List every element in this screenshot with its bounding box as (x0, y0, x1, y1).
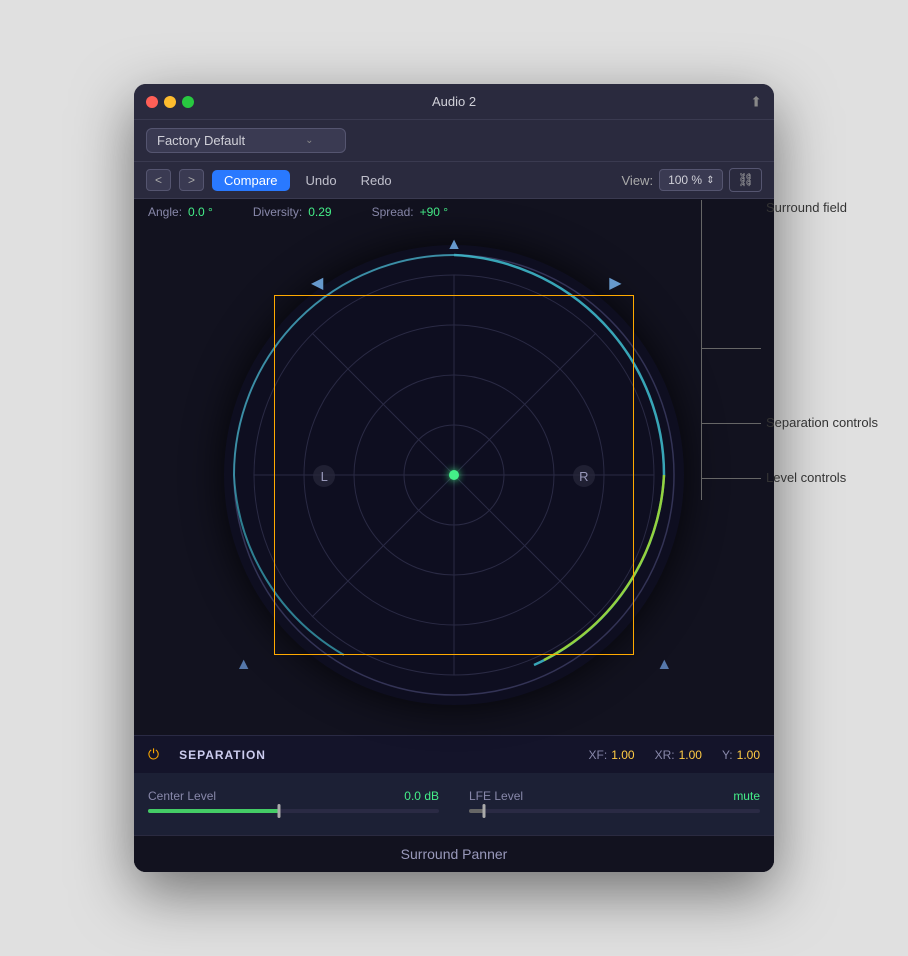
level-controls-label: Level controls (766, 470, 846, 485)
y-param: Y: 1.00 (722, 748, 760, 762)
diversity-param: Diversity: 0.29 (253, 205, 332, 219)
speaker-top[interactable]: ▲ (444, 235, 464, 255)
chevron-down-icon: ⌄ (305, 135, 313, 146)
lfe-level-label: LFE Level (469, 789, 523, 803)
level-row: Center Level 0.0 dB LFE Level mute (148, 789, 760, 813)
y-value[interactable]: 1.00 (737, 748, 760, 762)
spread-label: Spread: (372, 205, 414, 219)
link-button[interactable]: ⛓ (729, 168, 762, 192)
toolbar: < > Compare Undo Redo View: 100 % ⇕ ⛓ (134, 162, 774, 199)
speaker-bottom-right[interactable]: ▲ (654, 655, 674, 675)
preset-bar: Factory Default ⌄ (134, 120, 774, 162)
center-level-value: 0.0 dB (404, 789, 439, 803)
link-icon: ⛓ (737, 172, 754, 187)
window-title: Audio 2 (432, 94, 476, 109)
preset-label: Factory Default (157, 133, 245, 148)
center-level-header: Center Level 0.0 dB (148, 789, 439, 803)
angle-param: Angle: 0.0 ° (148, 205, 213, 219)
plugin-name: Surround Panner (401, 846, 508, 862)
lfe-level-group: LFE Level mute (469, 789, 760, 813)
close-button[interactable] (146, 96, 158, 108)
share-icon[interactable]: ⬆ (750, 93, 762, 110)
separation-power-button[interactable]: ⏻ (148, 746, 159, 763)
center-level-thumb[interactable] (277, 804, 280, 818)
center-position-dot[interactable] (449, 470, 459, 480)
maximize-button[interactable] (182, 96, 194, 108)
lfe-level-value[interactable]: mute (733, 789, 760, 803)
level-section: Center Level 0.0 dB LFE Level mute (134, 773, 774, 835)
speaker-bottom-left[interactable]: ▲ (234, 655, 254, 675)
nav-forward-button[interactable]: > (179, 169, 204, 191)
traffic-lights (146, 96, 194, 108)
redo-button[interactable]: Redo (353, 170, 400, 191)
xf-param: XF: 1.00 (589, 748, 635, 762)
spread-param: Spread: +90 ° (372, 205, 449, 219)
param-row: Angle: 0.0 ° Diversity: 0.29 Spread: +90… (134, 199, 774, 225)
title-bar: Audio 2 ⬆ (134, 84, 774, 120)
spread-value[interactable]: +90 ° (420, 205, 449, 219)
plugin-window: Audio 2 ⬆ Factory Default ⌄ < > Compare … (134, 84, 774, 872)
speaker-top-right[interactable]: ▶ (605, 273, 625, 293)
center-level-slider[interactable] (148, 809, 439, 813)
angle-value[interactable]: 0.0 ° (188, 205, 213, 219)
separation-controls-label: Separation controls (766, 415, 878, 430)
plugin-body: Angle: 0.0 ° Diversity: 0.29 Spread: +90… (134, 199, 774, 872)
separation-section: ⏻ SEPARATION XF: 1.00 XR: 1.00 Y: 1.00 (134, 735, 774, 773)
center-level-fill (148, 809, 279, 813)
diversity-value[interactable]: 0.29 (308, 205, 331, 219)
lfe-level-header: LFE Level mute (469, 789, 760, 803)
angle-label: Angle: (148, 205, 182, 219)
undo-button[interactable]: Undo (298, 170, 345, 191)
spinner-arrows-icon: ⇕ (706, 175, 714, 186)
surround-canvas[interactable]: ▲ ◀ ▶ ▲ ▲ L R (148, 225, 760, 725)
speaker-top-left[interactable]: ◀ (307, 273, 327, 293)
compare-button[interactable]: Compare (212, 170, 289, 191)
y-label: Y: (722, 748, 733, 762)
view-label: View: (622, 173, 654, 188)
nav-back-button[interactable]: < (146, 169, 171, 191)
lfe-level-slider[interactable] (469, 809, 760, 813)
view-percent-control[interactable]: 100 % ⇕ (659, 169, 723, 191)
separation-params: XF: 1.00 XR: 1.00 Y: 1.00 (589, 748, 760, 762)
xr-value[interactable]: 1.00 (679, 748, 702, 762)
separation-title: SEPARATION (179, 748, 266, 762)
lfe-level-thumb[interactable] (482, 804, 485, 818)
surround-section: ▲ ◀ ▶ ▲ ▲ L R (134, 225, 774, 735)
view-group: View: 100 % ⇕ ⛓ (622, 168, 763, 192)
surround-field-label: Surround field (766, 200, 847, 215)
xf-label: XF: (589, 748, 608, 762)
xr-param: XR: 1.00 (655, 748, 702, 762)
plugin-footer: Surround Panner (134, 835, 774, 872)
center-level-group: Center Level 0.0 dB (148, 789, 439, 813)
xf-value[interactable]: 1.00 (611, 748, 634, 762)
minimize-button[interactable] (164, 96, 176, 108)
xr-label: XR: (655, 748, 675, 762)
diversity-label: Diversity: (253, 205, 302, 219)
channel-label-R: R (573, 465, 595, 487)
preset-dropdown[interactable]: Factory Default ⌄ (146, 128, 346, 153)
view-percent-value: 100 % (668, 173, 702, 187)
center-level-label: Center Level (148, 789, 216, 803)
